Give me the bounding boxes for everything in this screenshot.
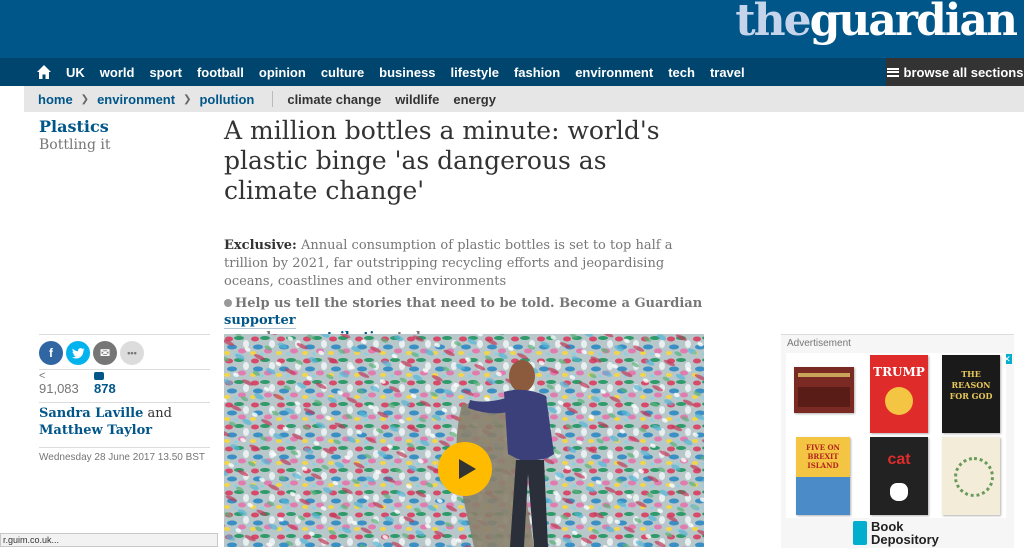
chevron-right-icon: ❯ bbox=[80, 93, 90, 105]
share-count-value: 91,083 bbox=[39, 381, 79, 396]
nav-item-environment[interactable]: environment bbox=[575, 65, 653, 80]
nav-item-world[interactable]: world bbox=[100, 65, 135, 80]
email-share-button[interactable]: ✉ bbox=[93, 341, 117, 365]
ad-book[interactable] bbox=[790, 355, 860, 435]
divider bbox=[39, 447, 210, 448]
nav-item-tech[interactable]: tech bbox=[668, 65, 695, 80]
ad-book[interactable]: TRUMP bbox=[864, 355, 934, 435]
divider bbox=[272, 91, 274, 107]
browse-all-sections-button[interactable]: browse all sections bbox=[886, 58, 1024, 86]
nav-item-football[interactable]: football bbox=[197, 65, 244, 80]
breadcrumb-pollution[interactable]: pollution bbox=[199, 92, 254, 107]
nav-item-sport[interactable]: sport bbox=[149, 65, 182, 80]
nav-items: UK world sport football opinion culture … bbox=[66, 58, 745, 86]
guardian-logo[interactable]: theguardian bbox=[735, 0, 1018, 50]
supporter-link[interactable]: supporter bbox=[224, 313, 296, 329]
support-text: Help us tell the stories that need to be… bbox=[235, 296, 703, 311]
ad-label: Advertisement bbox=[787, 338, 851, 349]
twitter-icon bbox=[71, 347, 84, 358]
home-icon[interactable] bbox=[36, 64, 52, 80]
book-cover: TRUMP bbox=[870, 355, 928, 433]
plastic-bottles-image bbox=[224, 334, 704, 547]
breadcrumb: home ❯ environment ❯ pollution climate c… bbox=[24, 86, 1024, 112]
book-depository-icon bbox=[853, 521, 867, 545]
ad-book[interactable]: THE REASON FOR GOD bbox=[936, 355, 1006, 435]
ad-book[interactable]: FIVE ON BREXIT ISLAND bbox=[790, 437, 860, 517]
breadcrumb-environment[interactable]: environment bbox=[97, 92, 175, 107]
menu-icon bbox=[886, 67, 899, 77]
more-share-button[interactable]: ••• bbox=[120, 341, 144, 365]
comment-icon bbox=[94, 372, 104, 380]
author-link[interactable]: Sandra Laville bbox=[39, 406, 143, 421]
author-link[interactable]: Matthew Taylor bbox=[39, 423, 152, 438]
book-cover: FIVE ON BREXIT ISLAND bbox=[796, 437, 850, 515]
divider bbox=[39, 334, 210, 335]
byline: Sandra Laville and Matthew Taylor bbox=[39, 405, 209, 439]
breadcrumb-home[interactable]: home bbox=[38, 92, 73, 107]
tag-wildlife[interactable]: wildlife bbox=[395, 92, 439, 107]
ad-book-grid: TRUMP THE REASON FOR GOD FIVE ON BREXIT … bbox=[786, 353, 1006, 518]
book-cover: THE REASON FOR GOD bbox=[942, 355, 1000, 433]
nav-item-business[interactable]: business bbox=[379, 65, 435, 80]
nav-item-lifestyle[interactable]: lifestyle bbox=[451, 65, 499, 80]
book-depository-logo[interactable]: Book Depository bbox=[853, 520, 939, 546]
primary-nav: UK world sport football opinion culture … bbox=[0, 58, 1024, 86]
masthead: theguardian bbox=[0, 0, 1024, 58]
email-icon: ✉ bbox=[99, 346, 111, 360]
comment-count-value: 878 bbox=[94, 381, 116, 396]
advertisement[interactable]: Advertisement ✕ TRUMP THE REASON FOR GOD… bbox=[781, 334, 1014, 548]
ad-book[interactable] bbox=[936, 437, 1006, 517]
comment-count[interactable]: 878 bbox=[94, 372, 116, 396]
more-icon: ••• bbox=[127, 348, 137, 358]
book-depository-text: Book Depository bbox=[871, 519, 939, 547]
nav-item-opinion[interactable]: opinion bbox=[259, 65, 306, 80]
ad-book[interactable]: cat bbox=[864, 437, 934, 517]
share-icon: < bbox=[39, 370, 46, 382]
play-button[interactable] bbox=[438, 442, 492, 496]
article-headline: A million bottles a minute: world's plas… bbox=[224, 116, 660, 205]
divider bbox=[39, 402, 210, 403]
book-cover: cat bbox=[870, 437, 928, 515]
bullet-icon bbox=[224, 299, 232, 307]
byline-and: and bbox=[143, 406, 172, 421]
nav-item-culture[interactable]: culture bbox=[321, 65, 364, 80]
facebook-icon: f bbox=[49, 346, 53, 360]
article-standfirst: Exclusive: Annual consumption of plastic… bbox=[224, 237, 699, 291]
book-cover bbox=[942, 437, 1000, 515]
dateline: Wednesday 28 June 2017 13.50 BST bbox=[39, 452, 206, 463]
divider bbox=[39, 369, 210, 370]
tag-energy[interactable]: energy bbox=[453, 92, 496, 107]
facebook-share-button[interactable]: f bbox=[39, 341, 63, 365]
nav-item-uk[interactable]: UK bbox=[66, 65, 85, 80]
twitter-share-button[interactable] bbox=[66, 341, 90, 365]
tag-climate-change[interactable]: climate change bbox=[287, 92, 381, 107]
book-cover bbox=[794, 367, 854, 413]
chevron-right-icon: ❯ bbox=[183, 93, 192, 105]
nav-item-travel[interactable]: travel bbox=[710, 65, 745, 80]
nav-item-fashion[interactable]: fashion bbox=[514, 65, 560, 80]
share-count: < 91,083 bbox=[39, 370, 79, 397]
series-title[interactable]: Plastics bbox=[39, 117, 109, 136]
status-bar: r.guim.co.uk... bbox=[0, 533, 218, 547]
standfirst-lead: Exclusive: bbox=[224, 238, 297, 253]
hero-video[interactable] bbox=[224, 334, 704, 547]
share-buttons: f ✉ ••• bbox=[39, 341, 144, 365]
play-icon bbox=[459, 459, 476, 479]
series-subtitle: Bottling it bbox=[39, 137, 111, 153]
browse-label: browse all sections bbox=[903, 64, 1024, 80]
